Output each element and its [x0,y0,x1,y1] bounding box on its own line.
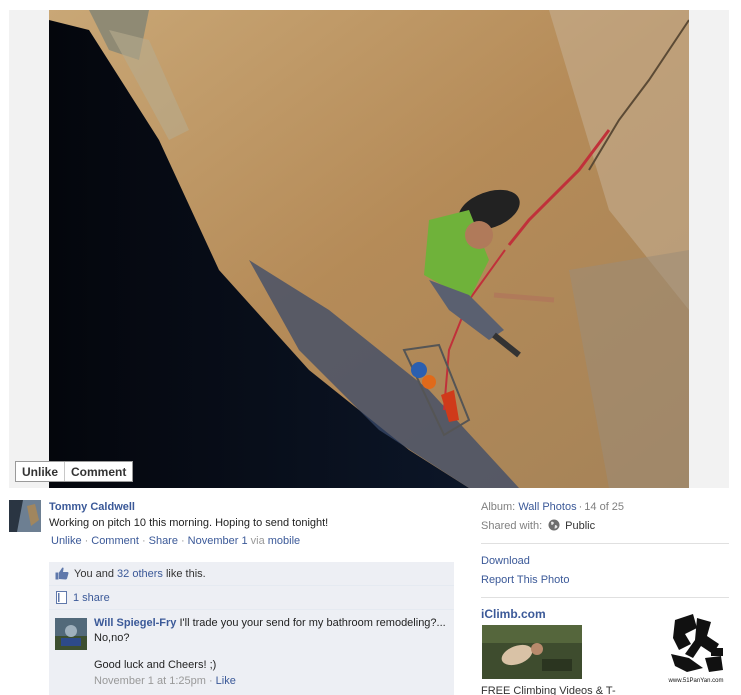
album-label: Album: [481,501,516,513]
ad-image[interactable] [482,625,582,679]
ad-logo-caption: www.51PanYan.com [668,678,724,684]
photo-actions-bar: Unlike Comment [15,461,134,482]
globe-icon [548,519,560,531]
shares-row: 1 share [49,586,454,610]
commenter-name-link[interactable]: Will Spiegel-Fry [94,617,176,629]
commenter-avatar[interactable] [55,618,87,650]
post-unlike-link[interactable]: Unlike [51,535,82,547]
climbing-photo[interactable] [49,10,689,488]
photo-comment-button[interactable]: Comment [64,462,133,481]
thumbs-up-icon [55,567,69,580]
post-comment-link[interactable]: Comment [91,535,139,547]
post-meta: Unlike · Comment · Share · November 1 via mobi… [51,535,301,547]
shares-count-link[interactable]: 1 share [73,592,110,604]
author-avatar[interactable] [9,500,41,532]
likes-prefix: You and [74,567,114,580]
shared-with-line: Shared with: Public [481,517,729,536]
post-author-link[interactable]: Tommy Caldwell [49,500,449,514]
photo-unlike-button[interactable]: Unlike [16,462,65,481]
sidebar-divider [481,543,729,544]
ad-logo[interactable]: www.51PanYan.com [663,610,729,686]
comment-like-link[interactable]: Like [216,675,236,687]
sidebar-divider-2 [481,597,729,598]
photo-stage: Unlike Comment [9,10,729,488]
post-timestamp-link[interactable]: November 1 [188,535,248,547]
ad-text[interactable]: FREE Climbing Videos & T- [481,685,616,695]
climbing-photo-image [49,10,689,488]
feedback-box: You and 32 others like this. 1 share Wil… [49,562,454,695]
comment-text-2: Good luck and Cheers! ;) [94,659,217,671]
likes-suffix: like this. [165,567,206,580]
post-message: Working on pitch 10 this morning. Hoping… [49,517,329,529]
privacy-public[interactable]: Public [565,520,595,532]
likes-row: You and 32 others like this. [49,562,454,586]
post-via-link[interactable]: mobile [268,535,300,547]
comment-meta: November 1 at 1:25pm · Like [94,675,236,687]
shared-with-label: Shared with: [481,520,543,532]
comment-item: Will Spiegel-Fry I'll trade you your sen… [49,610,454,695]
download-link[interactable]: Download [481,552,729,571]
post-body: Tommy Caldwell Working on pitch 10 this … [49,500,449,548]
album-line: Album: Wall Photos · 14 of 25 [481,501,625,513]
post-via-label: via [250,535,265,547]
report-photo-link[interactable]: Report This Photo [481,571,729,590]
photo-sidebar: Album: Wall Photos · 14 of 25 Shared with:… [481,498,729,695]
comment-timestamp: November 1 at 1:25pm [94,675,206,687]
likes-others-link[interactable]: 32 others [117,568,163,580]
post-share-link[interactable]: Share [149,535,178,547]
album-link[interactable]: Wall Photos [518,501,576,513]
share-icon [56,591,67,604]
album-position: 14 of 25 [584,501,625,513]
